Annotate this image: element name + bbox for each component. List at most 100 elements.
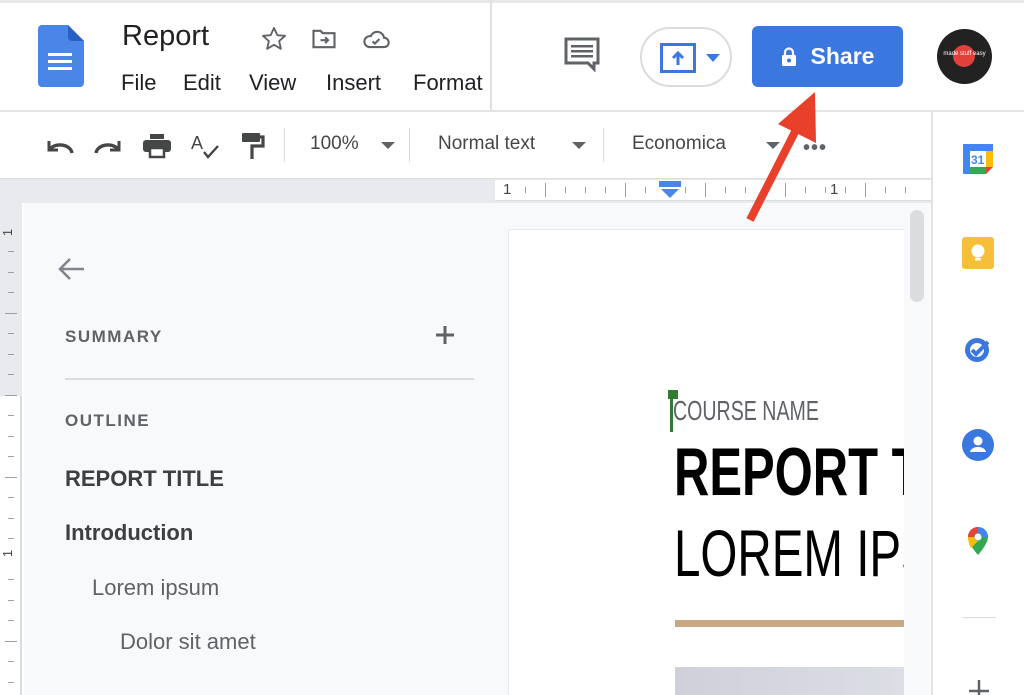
lock-icon [781, 46, 796, 66]
zoom-caret-icon[interactable] [381, 142, 395, 149]
calendar-icon[interactable]: 31 [961, 142, 995, 176]
summary-heading: SUMMARY [65, 327, 163, 346]
avatar-text: made stuff easy [943, 51, 986, 57]
side-panel-divider [962, 617, 996, 618]
cover-image[interactable] [675, 667, 904, 695]
get-addons-button[interactable] [966, 676, 992, 695]
redo-icon[interactable] [92, 130, 124, 162]
ruler-tick [8, 354, 14, 355]
back-arrow-icon[interactable] [56, 254, 88, 284]
ruler-tick [605, 187, 606, 193]
outline-item[interactable]: Lorem ipsum [92, 575, 219, 601]
account-avatar[interactable]: made stuff easy [937, 29, 992, 84]
ruler-tick [8, 251, 14, 252]
toolbar-separator [409, 128, 410, 162]
ruler-tick [5, 313, 17, 314]
ruler-tick [565, 187, 566, 193]
star-icon[interactable] [259, 24, 289, 54]
font-select[interactable]: Economica [632, 133, 726, 155]
style-caret-icon[interactable] [572, 142, 586, 149]
ruler-tick [825, 187, 826, 193]
ruler-label: 1 [830, 181, 839, 198]
toolbar-separator [284, 128, 285, 162]
vertical-scrollbar[interactable] [910, 210, 924, 302]
paragraph-style-select[interactable]: Normal text [438, 133, 535, 155]
ruler-tick [5, 395, 17, 396]
outline-item[interactable]: REPORT TITLE [65, 466, 224, 492]
menu-insert[interactable]: Insert [326, 70, 381, 96]
present-icon [660, 43, 696, 73]
ruler-tick [725, 187, 726, 193]
ruler-tick [8, 661, 14, 662]
side-panel [931, 112, 1024, 695]
present-dropdown-caret-icon[interactable] [706, 54, 720, 62]
document-outline-panel [24, 203, 494, 695]
spellcheck-icon[interactable]: A [189, 130, 221, 162]
more-icon[interactable]: ••• [803, 137, 827, 160]
ruler-tick [705, 183, 706, 197]
ruler-tick [865, 183, 866, 197]
menu-file[interactable]: File [121, 70, 156, 96]
print-icon[interactable] [141, 130, 173, 162]
menu-format[interactable]: Format [413, 70, 483, 96]
ruler-label: 1 [0, 549, 16, 558]
outline-heading: OUTLINE [65, 411, 151, 430]
ruler-tick [8, 518, 14, 519]
ruler-tick [525, 187, 526, 193]
ruler-tick [8, 292, 14, 293]
font-caret-icon[interactable] [766, 142, 780, 149]
document-title[interactable]: Report [122, 20, 209, 53]
comment-history-icon[interactable] [562, 36, 602, 73]
share-label: Share [810, 43, 875, 69]
ruler-tick [805, 187, 806, 193]
header-divider [490, 0, 492, 110]
ruler-tick [8, 600, 14, 601]
paint-format-icon[interactable] [237, 130, 269, 162]
undo-icon[interactable] [44, 130, 76, 162]
present-button[interactable] [640, 27, 732, 87]
ruler-tick [765, 187, 766, 193]
ruler-tick [8, 579, 14, 580]
tasks-icon[interactable] [961, 332, 995, 366]
svg-text:A: A [191, 133, 203, 153]
ruler-tick [8, 497, 14, 498]
ruler-tick [8, 374, 14, 375]
ruler-tick [8, 456, 14, 457]
outline-item[interactable]: Introduction [65, 520, 193, 546]
accent-rule [675, 620, 904, 627]
ruler-tick [8, 415, 14, 416]
move-to-folder-icon[interactable] [309, 24, 339, 54]
ruler-tick [585, 187, 586, 193]
toolbar-separator [603, 128, 604, 162]
outline-item[interactable]: Dolor sit amet [120, 629, 256, 655]
ruler-tick [5, 641, 17, 642]
maps-icon[interactable] [961, 524, 995, 558]
keep-icon[interactable] [961, 236, 995, 270]
plus-icon [969, 680, 989, 695]
ruler-tick [545, 183, 546, 197]
ruler-tick [625, 183, 626, 197]
ruler-tick [8, 333, 14, 334]
google-docs-window: Report File Edit View Insert Format Shar… [0, 0, 1024, 695]
ruler-tick [8, 682, 14, 683]
ruler-tick [8, 272, 14, 273]
ruler-tick [5, 477, 17, 478]
cloud-saved-icon[interactable] [361, 24, 391, 54]
indent-marker-icon[interactable] [659, 181, 681, 199]
menu-edit[interactable]: Edit [183, 70, 221, 96]
ruler-label: 1 [0, 228, 16, 237]
contacts-icon[interactable] [961, 428, 995, 462]
menu-view[interactable]: View [249, 70, 296, 96]
add-summary-button[interactable] [432, 322, 458, 348]
docs-logo-icon[interactable] [38, 25, 84, 87]
zoom-select[interactable]: 100% [310, 133, 359, 155]
outline-divider [65, 378, 474, 380]
ruler-tick [8, 620, 14, 621]
share-button[interactable]: Share [752, 26, 903, 87]
ruler-tick [905, 187, 906, 193]
ruler-tick [685, 187, 686, 193]
course-name-text[interactable]: COURSE NAME [673, 395, 819, 427]
ruler-tick [745, 187, 746, 193]
ruler-tick [8, 538, 14, 539]
plus-icon [436, 326, 454, 344]
